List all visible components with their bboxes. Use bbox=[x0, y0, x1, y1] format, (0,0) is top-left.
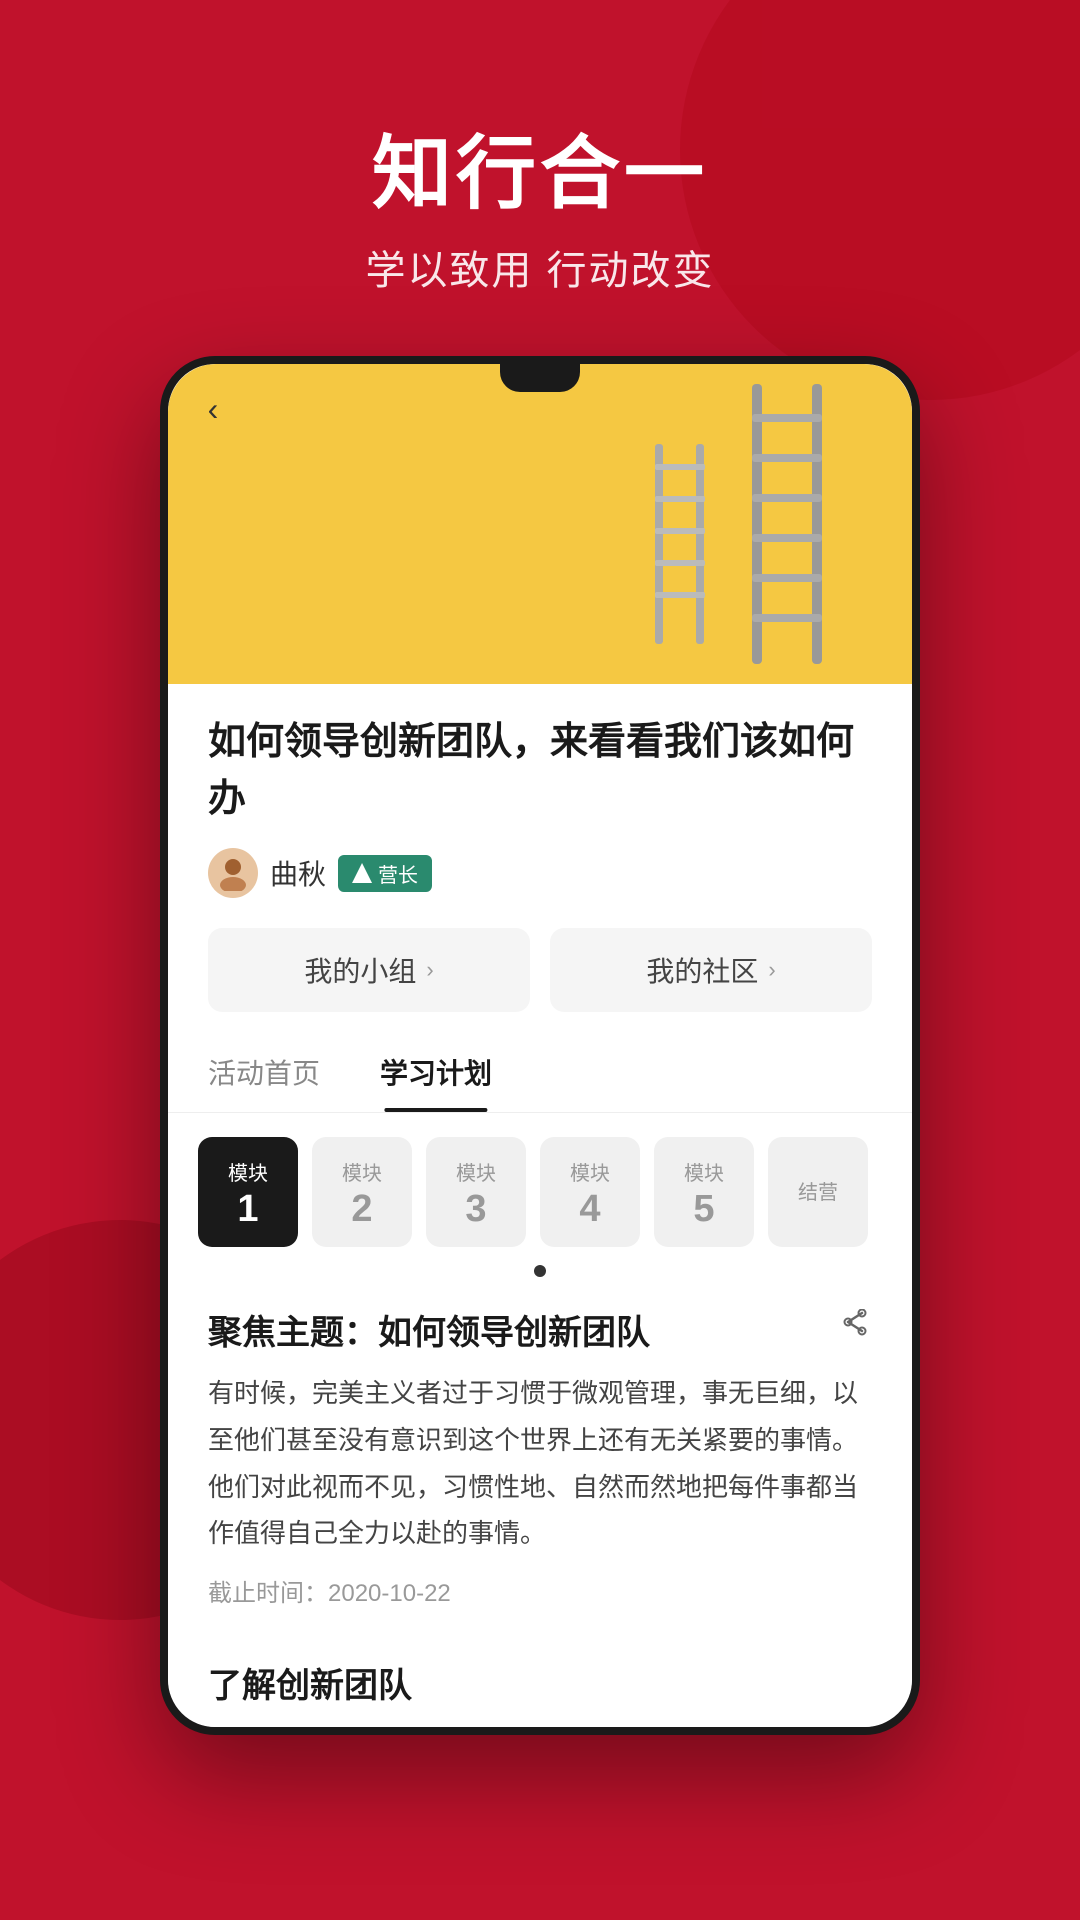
my-group-button[interactable]: 我的小组 › bbox=[208, 928, 530, 1012]
avatar bbox=[208, 848, 258, 898]
chevron-right-icon: › bbox=[426, 957, 433, 983]
camera-notch bbox=[500, 364, 580, 392]
share-svg bbox=[840, 1309, 872, 1341]
avatar-icon bbox=[215, 855, 251, 891]
section-header: 聚焦主题：如何领导创新团队 bbox=[208, 1305, 872, 1354]
tabs-bar: 活动首页 学习计划 bbox=[168, 1032, 912, 1113]
back-button[interactable]: ‹ bbox=[188, 384, 238, 434]
focus-body: 有时候，完美主义者过于习惯于微观管理，事无巨细，以至他们甚至没有意识到这个世界上… bbox=[208, 1370, 872, 1557]
module-1[interactable]: 模块 1 bbox=[198, 1137, 298, 1247]
module-2[interactable]: 模块 2 bbox=[312, 1137, 412, 1247]
phone-frame: ‹ bbox=[160, 356, 920, 1735]
focus-title: 聚焦主题：如何领导创新团队 bbox=[208, 1305, 650, 1354]
sub-section: 了解创新团队 bbox=[168, 1632, 912, 1727]
sub-section-title: 了解创新团队 bbox=[208, 1658, 872, 1707]
content-section: 聚焦主题：如何领导创新团队 有时候，完美主义者过于习惯于微观管理，事无巨细，以至… bbox=[168, 1281, 912, 1632]
share-icon[interactable] bbox=[840, 1309, 872, 1350]
phone-inner: ‹ bbox=[168, 364, 912, 1727]
module-end[interactable]: 结营 bbox=[768, 1137, 868, 1247]
my-community-button[interactable]: 我的社区 › bbox=[550, 928, 872, 1012]
module-4[interactable]: 模块 4 bbox=[540, 1137, 640, 1247]
author-row: 曲秋 营长 bbox=[208, 848, 872, 898]
page-title: 知行合一 bbox=[0, 130, 1080, 218]
phone-wrapper: ‹ bbox=[0, 356, 1080, 1735]
tab-study-plan[interactable]: 学习计划 bbox=[350, 1032, 522, 1112]
nav-buttons: 我的小组 › 我的社区 › bbox=[208, 928, 872, 1032]
modules-row: 模块 1 模块 2 模块 3 模块 4 模块 5 bbox=[168, 1113, 912, 1257]
article-title: 如何领导创新团队，来看看我们该如何办 bbox=[208, 714, 872, 828]
hero-image: ‹ bbox=[168, 364, 912, 684]
module-5[interactable]: 模块 5 bbox=[654, 1137, 754, 1247]
page-subtitle: 学以致用 行动改变 bbox=[0, 238, 1080, 296]
chevron-right-icon: › bbox=[768, 957, 775, 983]
badge-triangle-icon bbox=[352, 863, 372, 883]
tab-activity-home[interactable]: 活动首页 bbox=[178, 1032, 350, 1112]
author-name: 曲秋 bbox=[270, 853, 326, 893]
ladder-large bbox=[742, 384, 832, 664]
module-dots bbox=[168, 1257, 912, 1281]
article-area: 如何领导创新团队，来看看我们该如何办 曲秋 营长 bbox=[168, 684, 912, 1032]
header-section: 知行合一 学以致用 行动改变 bbox=[0, 0, 1080, 356]
ladder-small bbox=[647, 444, 712, 644]
author-badge: 营长 bbox=[338, 855, 432, 892]
module-3[interactable]: 模块 3 bbox=[426, 1137, 526, 1247]
module-dot-indicator bbox=[534, 1265, 546, 1277]
deadline-text: 截止时间：2020-10-22 bbox=[208, 1573, 872, 1608]
